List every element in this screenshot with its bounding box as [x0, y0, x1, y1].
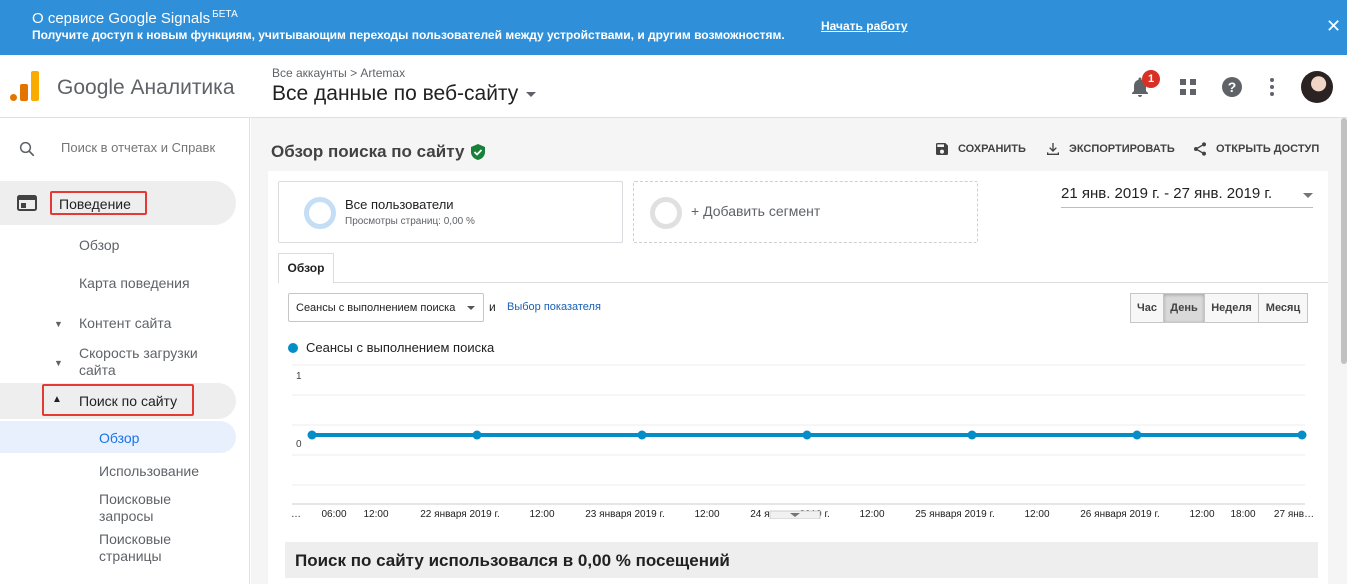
report-panel: Все пользователи Просмотры страниц: 0,00… — [268, 171, 1328, 584]
export-button[interactable]: ЭКСПОРТИРОВАТЬ — [1045, 143, 1175, 155]
x-tick-label: 12:00 — [363, 509, 388, 519]
chevron-down-icon — [467, 306, 475, 310]
help-icon[interactable]: ? — [1220, 75, 1244, 99]
beta-label: БЕТА — [212, 9, 238, 20]
avatar[interactable] — [1301, 71, 1333, 103]
breadcrumb[interactable]: Все аккаунты > Artemax — [272, 66, 405, 80]
x-tick-label: 25 января 2019 г. — [915, 509, 994, 519]
chevron-down-icon — [1303, 193, 1313, 198]
highlight-box — [42, 384, 194, 416]
sidebar-search-input[interactable] — [61, 140, 221, 155]
legend-marker — [288, 343, 298, 353]
segment-title: Все пользователи — [345, 197, 454, 212]
sidebar-item-search-terms[interactable]: Поисковые запросы — [99, 491, 189, 525]
sidebar-item-behavior-flow[interactable]: Карта поведения — [79, 275, 190, 291]
export-icon — [1047, 143, 1059, 155]
chevron-down-icon — [526, 91, 537, 97]
data-point — [802, 430, 812, 440]
share-icon — [1194, 142, 1206, 156]
add-segment-label: + Добавить сегмент — [691, 203, 821, 219]
analytics-logo-icon[interactable] — [10, 71, 40, 101]
close-icon[interactable]: ✕ — [1326, 16, 1341, 37]
segment-ring-icon — [650, 197, 682, 229]
segment-ring-icon — [304, 197, 336, 229]
y-tick-label: 0 — [296, 439, 302, 450]
data-point — [472, 430, 482, 440]
page-title: Обзор поиска по сайту — [271, 142, 465, 161]
period-week-button[interactable]: Неделя — [1204, 293, 1259, 323]
sidebar-item-label: Обзор — [99, 430, 140, 446]
data-point — [1297, 430, 1307, 440]
select-metric-link[interactable]: Выбор показателя — [507, 301, 601, 313]
sidebar-item-search-pages[interactable]: Поисковые страницы — [99, 531, 189, 565]
x-tick-label: 27 янв… — [1274, 509, 1314, 519]
x-tick-label: 26 января 2019 г. — [1080, 509, 1159, 519]
search-icon[interactable] — [18, 140, 36, 158]
start-link[interactable]: Начать работу — [821, 19, 908, 33]
and-label: и — [489, 300, 496, 314]
segment-all-users[interactable]: Все пользователи Просмотры страниц: 0,00… — [278, 181, 623, 243]
signals-banner: О сервисе Google Signals БЕТА Получите до… — [0, 0, 1347, 55]
period-month-button[interactable]: Месяц — [1258, 293, 1308, 323]
sidebar-item-site-speed[interactable]: Скорость загрузки сайта — [79, 345, 209, 379]
expand-triangle-icon: ▼ — [54, 319, 63, 329]
banner-text: Получите доступ к новым функциям, учитыв… — [32, 28, 785, 42]
sidebar-item-overview[interactable]: Обзор — [79, 237, 119, 253]
segment-subtitle: Просмотры страниц: 0,00 % — [345, 216, 475, 227]
data-point — [1132, 430, 1142, 440]
line-chart: 1 0 … 06:00 12:00 22 января 2019 г. 12:00 23 ян… — [291, 364, 1314, 519]
scrollbar[interactable] — [1341, 118, 1347, 364]
x-tick-label: 06:00 — [321, 509, 346, 519]
sidebar-item-search-overview[interactable]: Обзор — [0, 421, 236, 453]
x-tick-label: 22 января 2019 г. — [420, 509, 499, 519]
notification-badge: 1 — [1142, 70, 1160, 88]
y-tick-label: 1 — [296, 371, 302, 382]
tab-divider — [278, 282, 1328, 283]
x-tick-label: 12:00 — [859, 509, 884, 519]
highlight-box — [50, 191, 147, 215]
main-content: Обзор поиска по сайту СОХРАНИТЬ ЭКСПОРТИ… — [251, 118, 1347, 584]
svg-text:?: ? — [1228, 79, 1237, 95]
sidebar: Поведение Обзор Карта поведения ▼ Контен… — [0, 118, 250, 584]
data-point — [637, 430, 647, 440]
view-selector[interactable]: Все данные по веб-сайту — [272, 82, 537, 106]
x-tick-label: … — [291, 509, 301, 519]
apps-grid-icon[interactable] — [1176, 75, 1200, 99]
verified-shield-icon — [471, 144, 485, 160]
brand-name: Google Аналитика — [57, 76, 235, 99]
expand-triangle-icon: ▼ — [54, 358, 63, 368]
tab-overview[interactable]: Обзор — [278, 253, 334, 283]
date-range-picker[interactable]: 21 янв. 2019 г. - 27 янв. 2019 г. — [1061, 185, 1313, 208]
summary-heading: Поиск по сайту использовался в 0,00 % по… — [285, 542, 1318, 578]
x-tick-label: 18:00 — [1230, 509, 1255, 519]
save-button[interactable]: СОХРАНИТЬ — [934, 143, 1026, 155]
x-tick-label: 12:00 — [1189, 509, 1214, 519]
x-tick-label: 23 января 2019 г. — [585, 509, 664, 519]
x-tick-label: 12:00 — [694, 509, 719, 519]
behavior-icon — [17, 195, 37, 211]
metric-select[interactable]: Сеансы с выполнением поиска — [288, 293, 484, 322]
more-vert-icon[interactable] — [1260, 75, 1284, 99]
period-hour-button[interactable]: Час — [1130, 293, 1164, 323]
sidebar-item-site-content[interactable]: Контент сайта — [79, 315, 171, 331]
data-point — [307, 430, 317, 440]
app-header: Google Аналитика Все аккаунты > Artemax … — [0, 55, 1347, 118]
share-button[interactable]: ОТКРЫТЬ ДОСТУП — [1192, 142, 1319, 156]
save-icon — [936, 143, 948, 155]
data-point — [967, 430, 977, 440]
banner-title: О сервисе Google Signals БЕТА — [32, 9, 238, 27]
legend-label: Сеансы с выполнением поиска — [306, 340, 495, 355]
add-segment-button[interactable]: + Добавить сегмент — [633, 181, 978, 243]
sidebar-item-search-usage[interactable]: Использование — [99, 463, 199, 480]
x-tick-label: 12:00 — [529, 509, 554, 519]
period-day-button[interactable]: День — [1163, 293, 1205, 323]
x-tick-label: 12:00 — [1024, 509, 1049, 519]
